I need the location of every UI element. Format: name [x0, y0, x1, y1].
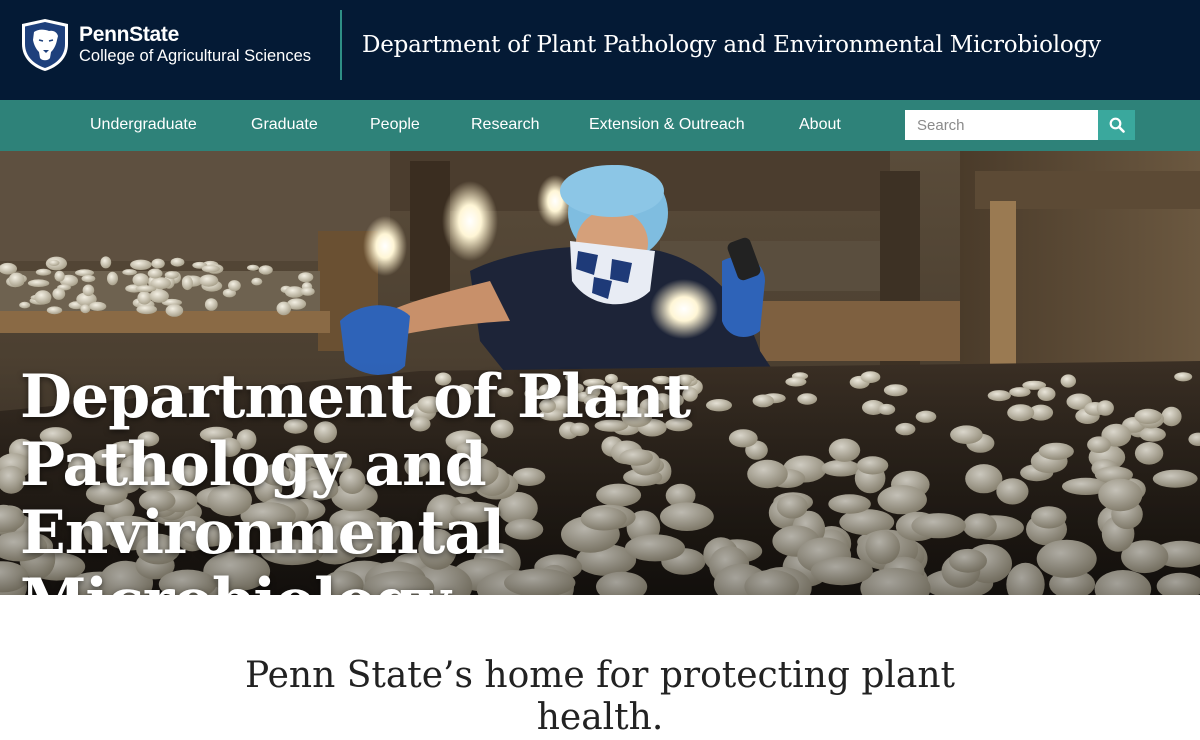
search-icon: [1109, 117, 1125, 133]
search-field[interactable]: [905, 110, 1098, 140]
nav-item-undergraduate[interactable]: Undergraduate: [90, 116, 197, 134]
nav-item-people[interactable]: People: [370, 116, 420, 134]
intro-tagline: Penn State’s home for protecting plant h…: [0, 655, 1200, 739]
nav-item-research[interactable]: Research: [471, 116, 539, 134]
site-header: PennState College of Agricultural Scienc…: [0, 0, 1200, 100]
nittany-lion-shield-icon: [22, 19, 68, 71]
search-button[interactable]: [1098, 110, 1135, 140]
hero-title: Department of Plant Pathology and Enviro…: [20, 362, 691, 595]
college-name: College of Agricultural Sciences: [79, 47, 312, 65]
tagline-text: Penn State’s home for protecting plant h…: [244, 655, 956, 738]
nav-item-extension-outreach[interactable]: Extension & Outreach: [589, 116, 745, 134]
brand-name: PennState: [79, 23, 179, 46]
department-title-link[interactable]: Department of Plant Pathology and Enviro…: [362, 30, 1101, 60]
hero-banner: Department of Plant Pathology and Enviro…: [0, 151, 1200, 595]
penn-state-logo[interactable]: PennState College of Agricultural Scienc…: [20, 18, 311, 72]
nav-item-about[interactable]: About: [799, 116, 841, 134]
search-input[interactable]: [905, 110, 1098, 140]
header-divider: [340, 10, 342, 80]
nav-item-graduate[interactable]: Graduate: [251, 116, 318, 134]
